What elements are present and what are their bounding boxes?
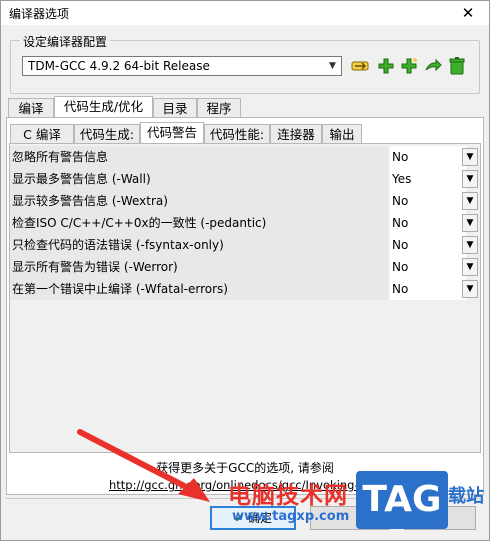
red-arrow-annotation: [77, 429, 210, 502]
watermark-side-text: 载站: [448, 486, 484, 507]
watermark-text: 电脑技术网: [228, 483, 348, 509]
watermark-url: www.tagxp.com: [232, 509, 350, 524]
watermark-logo: TAG: [356, 471, 448, 529]
